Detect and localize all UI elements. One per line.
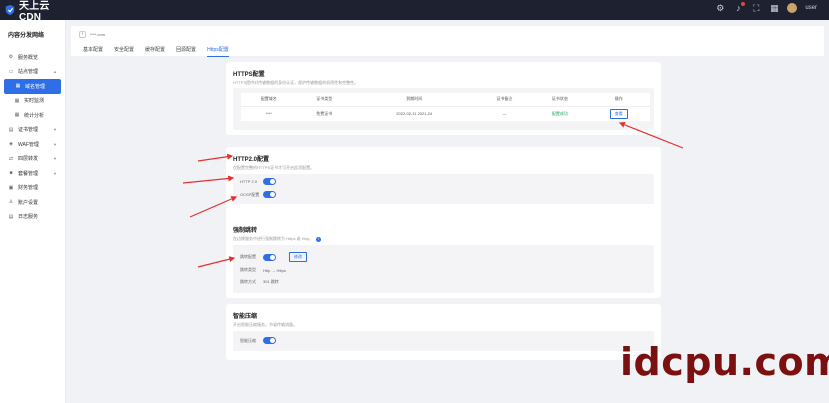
watermark: idcpu.com <box>620 340 829 384</box>
arrow-to-redirect-row <box>197 256 236 268</box>
arrow-to-ocsp-row <box>189 196 238 218</box>
arrow-to-http2-row <box>182 175 235 184</box>
arrow-to-view-button <box>618 121 684 149</box>
arrow-to-http2-title <box>197 153 234 162</box>
